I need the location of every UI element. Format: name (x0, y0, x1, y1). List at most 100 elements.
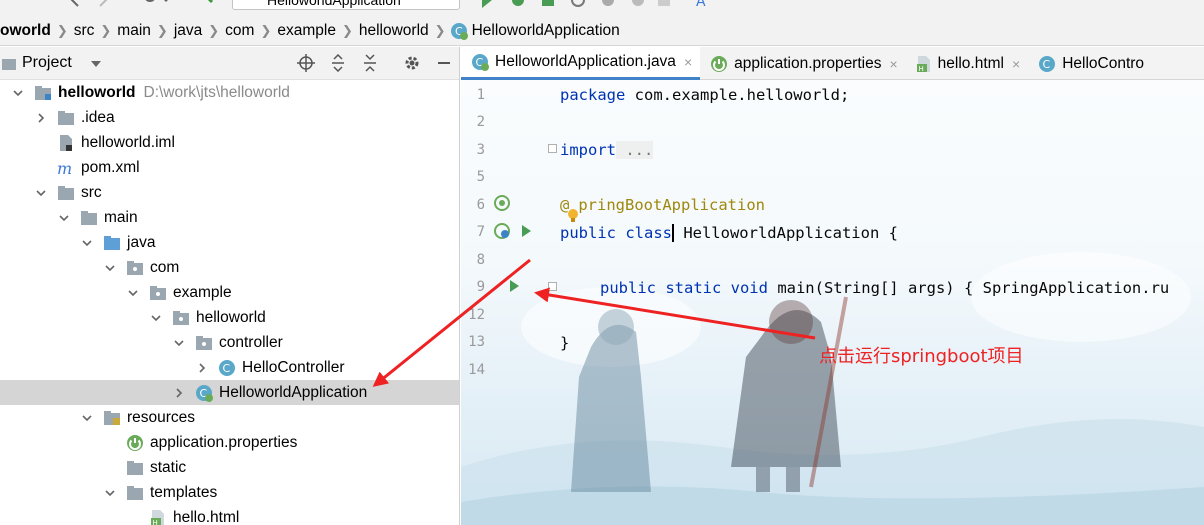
tree-item-helloworld[interactable]: helloworld D:\work\jts\helloworld (0, 80, 459, 105)
stop-icon[interactable] (656, 0, 672, 10)
tree-item-hello-html[interactable]: Hhello.html (0, 505, 459, 525)
tab-hellocontro[interactable]: C HelloContro (1028, 47, 1144, 80)
tree-item-pom-xml[interactable]: m pom.xml (0, 155, 459, 180)
more-run-icon[interactable] (600, 0, 616, 10)
dropdown-arrow-icon[interactable] (90, 59, 102, 69)
line-number: 9 (476, 279, 485, 295)
attach-icon[interactable] (630, 0, 646, 10)
annotation-label: 点击运行springboot项目 (819, 346, 1024, 367)
run-gutter-icon[interactable] (518, 223, 534, 239)
tree-item-label: helloworld.iml (81, 133, 175, 151)
chevron-down-icon[interactable] (173, 337, 185, 349)
tree-item-src[interactable]: src (0, 180, 459, 205)
tree-item-label: com (150, 258, 180, 276)
tree-item-java[interactable]: java (0, 230, 459, 255)
line-number: 6 (476, 197, 485, 213)
tree-item-main[interactable]: main (0, 205, 459, 230)
breadcrumb-project[interactable]: oworld (0, 22, 55, 40)
coverage-icon[interactable] (540, 0, 556, 10)
expand-all-icon[interactable] (328, 53, 348, 73)
tab-application-properties[interactable]: application.properties × (700, 47, 906, 80)
package-icon (126, 259, 144, 277)
run-icon[interactable] (480, 0, 494, 10)
tree-item-helloworld-iml[interactable]: helloworld.iml (0, 130, 459, 155)
line-number: 13 (468, 334, 485, 350)
fold-import-icon[interactable] (548, 144, 557, 153)
chevron-down-icon[interactable] (104, 487, 116, 499)
chevron-down-icon[interactable] (58, 212, 70, 224)
breadcrumb-java[interactable]: java (170, 22, 206, 40)
gear-icon[interactable] (402, 53, 422, 73)
breadcrumb-com[interactable]: com (221, 22, 258, 40)
fold-method-icon[interactable] (548, 282, 557, 291)
breadcrumb-helloworldapplication[interactable]: HelloworldApplication (472, 22, 624, 40)
build-hammer-icon[interactable] (200, 0, 216, 10)
breadcrumb-src[interactable]: src (70, 22, 99, 40)
tree-item-idea[interactable]: .idea (0, 105, 459, 130)
breadcrumb-example[interactable]: example (273, 22, 340, 40)
tab-label: hello.html (937, 54, 1004, 72)
debug-icon[interactable] (510, 0, 526, 10)
tree-item-label: templates (150, 483, 218, 501)
run-configuration-select[interactable]: HelloworldApplication (232, 0, 460, 10)
breadcrumb-helloworld[interactable]: helloworld (355, 22, 433, 40)
tree-item-label: HelloworldApplication (219, 383, 368, 401)
editor-gutter: 1 2 3 5 6 7 8 9 12 13 14 (461, 80, 557, 525)
close-icon[interactable]: × (889, 56, 897, 72)
tree-item-helloworld[interactable]: helloworld (0, 305, 459, 330)
folder-icon (126, 484, 144, 502)
chevron-down-icon[interactable] (150, 312, 162, 324)
close-icon[interactable]: × (684, 54, 692, 70)
chevron-down-icon[interactable] (81, 412, 93, 424)
chevron-down-icon[interactable] (12, 87, 24, 99)
collapse-all-icon[interactable] (360, 53, 380, 73)
tree-item-example[interactable]: example (0, 280, 459, 305)
tree-item-label: controller (219, 333, 283, 351)
close-icon[interactable]: × (1012, 56, 1020, 72)
chevron-down-icon[interactable] (104, 262, 116, 274)
spring-class-icon: C (450, 22, 468, 40)
code-editor[interactable]: C HelloworldApplication.java × application.… (461, 47, 1204, 525)
breadcrumb-main[interactable]: main (113, 22, 155, 40)
tree-item-label: hello.html (173, 508, 240, 525)
package-icon (149, 284, 167, 302)
chevron-down-icon[interactable] (35, 187, 47, 199)
tree-item-application-properties[interactable]: application.properties (0, 430, 459, 455)
tree-item-static[interactable]: static (0, 455, 459, 480)
iml-file-icon (57, 134, 75, 152)
chevron-down-icon[interactable] (127, 287, 139, 299)
module-folder-icon (34, 84, 52, 102)
spring-bean-gutter-icon[interactable] (494, 195, 510, 211)
tree-item-label: helloworld D:\work\jts\helloworld (58, 83, 290, 101)
navigation-breadcrumb: oworld ❯ src ❯ main ❯ java ❯ com ❯ examp… (0, 16, 1204, 46)
back-arrow-icon[interactable] (68, 0, 82, 10)
svg-text:H: H (153, 519, 158, 525)
user-icon[interactable] (140, 0, 170, 10)
spring-bean-gutter-icon[interactable] (494, 223, 510, 239)
chevron-right-icon[interactable] (35, 112, 47, 124)
chevron-right-icon: ❯ (341, 22, 353, 38)
locate-file-icon[interactable] (296, 53, 316, 73)
run-gutter-icon[interactable] (506, 278, 522, 294)
code-line-annotation: @ pringBootApplication (560, 196, 765, 222)
translate-icon[interactable]: A (694, 0, 714, 10)
tree-item-resources[interactable]: resources (0, 405, 459, 430)
tab-hello-html[interactable]: Hhello.html × (906, 47, 1029, 80)
hide-panel-icon[interactable] (434, 53, 454, 73)
profile-icon[interactable] (570, 0, 586, 10)
tree-item-helloworldapplication[interactable]: C HelloworldApplication (0, 380, 459, 405)
forward-arrow-icon[interactable] (96, 0, 110, 10)
chevron-right-icon[interactable] (196, 362, 208, 374)
project-view-title[interactable]: Project (22, 54, 72, 72)
tab-helloworldapplication-java[interactable]: C HelloworldApplication.java × (461, 47, 701, 80)
tree-item-com[interactable]: com (0, 255, 459, 280)
html-file-icon: H (916, 55, 932, 73)
tree-item-hellocontroller[interactable]: C HelloController (0, 355, 459, 380)
chevron-right-icon[interactable] (173, 387, 185, 399)
tree-item-label: example (173, 283, 232, 301)
tree-item-templates[interactable]: templates (0, 480, 459, 505)
chevron-down-icon[interactable] (81, 237, 93, 249)
tree-item-controller[interactable]: controller (0, 330, 459, 355)
svg-text:C: C (1043, 58, 1051, 71)
intention-bulb-icon[interactable] (566, 208, 580, 224)
